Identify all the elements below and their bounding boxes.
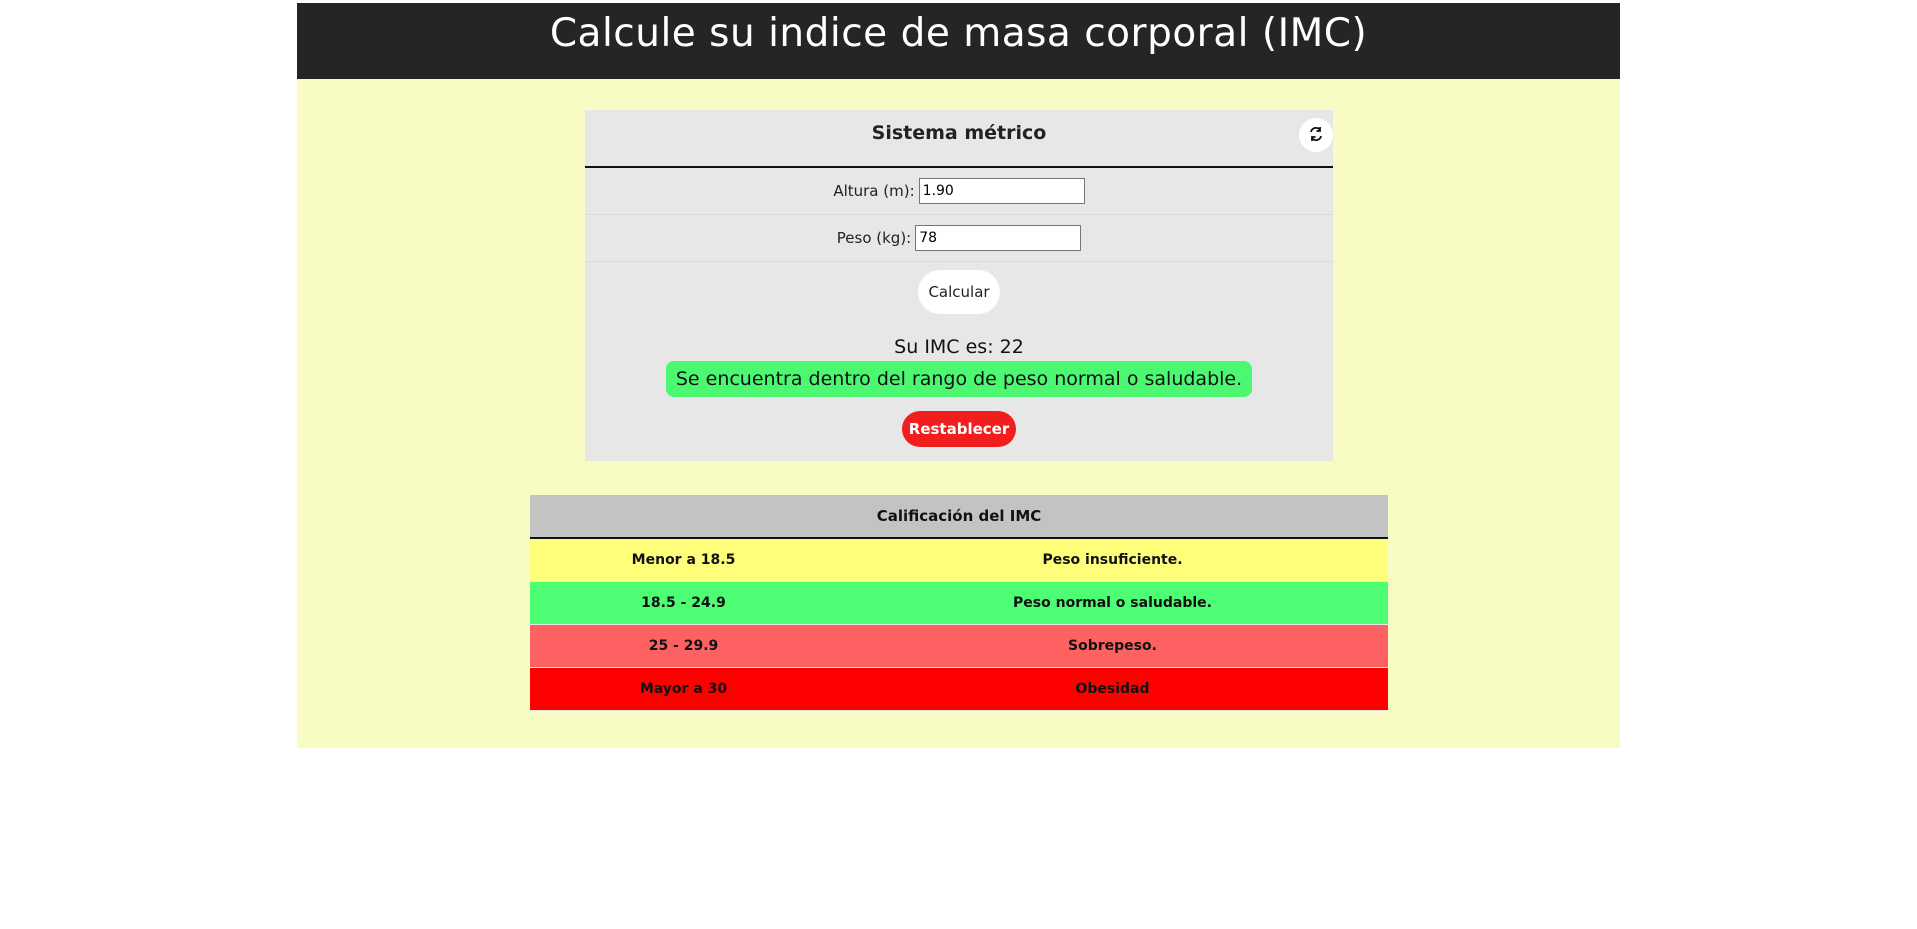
height-input[interactable] [918,178,1085,204]
weight-label: Peso (kg): [836,229,912,247]
bmi-result: Su IMC es: 22 [894,336,1024,358]
height-label: Altura (m): [833,182,915,200]
calculate-wrap: Calcular [585,262,1333,314]
range-cell: Mayor a 30 [530,667,837,711]
table-header: Calificación del IMC [530,495,1388,539]
calculate-button[interactable]: Calcular [918,270,1000,314]
table-header-row: Calificación del IMC [530,495,1388,539]
calculator-header: Sistema métrico [585,110,1333,168]
height-row: Altura (m): [585,168,1333,215]
page-header: Calcule su indice de masa corporal (IMC) [297,3,1620,79]
result-message-wrap: Se encuentra dentro del rango de peso no… [585,361,1333,397]
weight-row: Peso (kg): [585,215,1333,262]
table-row: Mayor a 30 Obesidad [530,667,1388,711]
calculator-panel: Sistema métrico Altura (m): Peso (kg): [585,110,1333,461]
reset-wrap: Restablecer [585,411,1333,447]
reset-button[interactable]: Restablecer [901,411,1017,447]
system-title: Sistema métrico [871,122,1047,144]
range-cell: 25 - 29.9 [530,624,837,668]
range-cell: Menor a 18.5 [530,538,837,582]
weight-input[interactable] [915,225,1082,251]
swap-arrows-icon [1308,126,1324,145]
classification-cell: Peso normal o saludable. [837,581,1388,625]
range-cell: 18.5 - 24.9 [530,581,837,625]
classification-cell: Peso insuficiente. [837,538,1388,582]
table-row: 25 - 29.9 Sobrepeso. [530,624,1388,668]
swap-units-button[interactable] [1299,118,1333,152]
page-title: Calcule su indice de masa corporal (IMC) [549,11,1368,56]
bmi-classification-table: Calificación del IMC Menor a 18.5 Peso i… [530,495,1388,711]
classification-cell: Sobrepeso. [837,624,1388,668]
page-container: Calcule su indice de masa corporal (IMC)… [297,3,1620,748]
result-message: Se encuentra dentro del rango de peso no… [665,361,1253,397]
classification-cell: Obesidad [837,667,1388,711]
table-row: Menor a 18.5 Peso insuficiente. [530,538,1388,582]
table-row: 18.5 - 24.9 Peso normal o saludable. [530,581,1388,625]
